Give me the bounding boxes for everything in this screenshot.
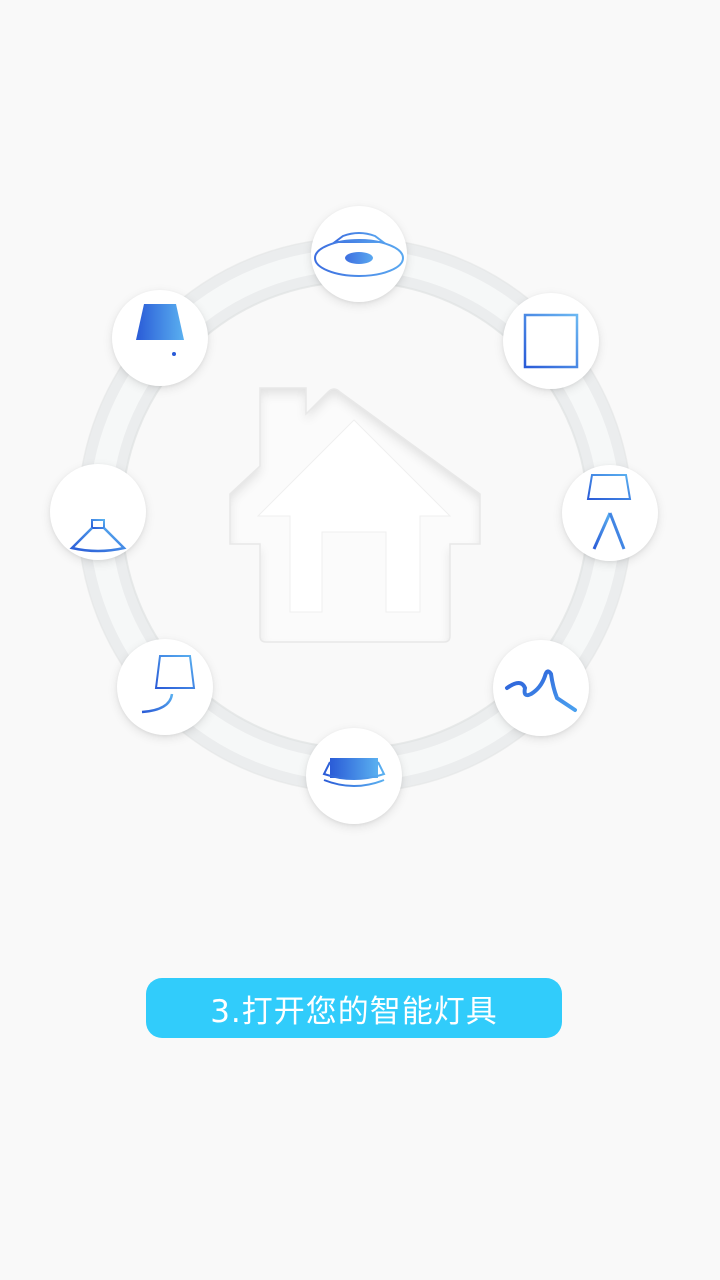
pendant-lamp-button[interactable] [50, 464, 146, 560]
wall-lamp-icon [140, 655, 196, 720]
house-icon [229, 387, 481, 643]
table-lamp-button[interactable] [112, 290, 208, 386]
panel-light-button[interactable] [503, 293, 599, 389]
light-strip-icon [505, 669, 577, 712]
light-strip-button[interactable] [493, 640, 589, 736]
wall-lamp-button[interactable] [117, 639, 213, 735]
downlight-icon [322, 758, 386, 787]
table-lamp-icon [136, 304, 184, 374]
pendant-lamp-icon [69, 472, 127, 553]
panel-light-icon [523, 313, 579, 369]
ceiling-light-icon [314, 232, 404, 277]
floor-lamp-icon [586, 474, 632, 550]
step-label-button[interactable]: 3.打开您的智能灯具 [146, 978, 562, 1038]
floor-lamp-button[interactable] [562, 465, 658, 561]
onboarding-page: 3.打开您的智能灯具 [0, 0, 720, 1280]
ceiling-light-button[interactable] [311, 206, 407, 302]
downlight-button[interactable] [306, 728, 402, 824]
step-label: 3.打开您的智能灯具 [210, 993, 498, 1030]
